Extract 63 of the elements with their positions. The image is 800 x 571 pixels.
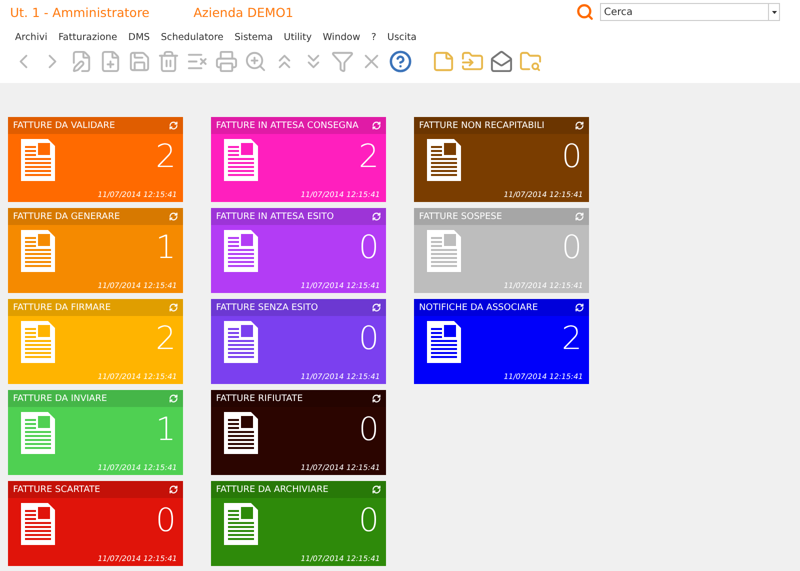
search-field[interactable]: Cerca [600, 3, 780, 21]
menu-item[interactable]: Archivi [15, 32, 48, 42]
tile-count: 0 [358, 413, 379, 445]
menu-item[interactable]: Schedulatore [160, 32, 224, 42]
tile-count: 2 [156, 322, 176, 354]
document-icon [426, 229, 462, 273]
document-icon [223, 320, 259, 364]
tile-title: FATTURE SCARTATE [13, 484, 102, 494]
document-icon [20, 411, 56, 455]
tile-title: FATTURE DA INVIARE [13, 394, 108, 404]
menu-item[interactable]: Sistema [234, 32, 273, 42]
document-icon [223, 411, 259, 455]
tile-count: 0 [358, 504, 379, 536]
search-icon[interactable] [576, 3, 594, 21]
tile-count: 1 [156, 231, 176, 263]
refresh-icon[interactable] [372, 303, 381, 312]
menu-item[interactable]: DMS [128, 32, 150, 42]
tile-count: 1 [156, 413, 176, 445]
tile-count: 2 [358, 140, 379, 172]
company-title: Azienda DEMO1 [194, 4, 294, 20]
tile-title: FATTURE NON RECAPITABILI [419, 120, 546, 130]
menu-item[interactable]: ? [371, 32, 376, 42]
document-icon [20, 502, 56, 546]
menu-item[interactable]: Window [322, 32, 360, 42]
document-icon [20, 320, 56, 364]
tile-count: 0 [358, 231, 379, 263]
document-icon [426, 138, 462, 182]
tile-title: FATTURE RIFIUTATE [216, 394, 304, 404]
tile-title: FATTURE DA VALIDARE [13, 120, 116, 130]
tile-count: 2 [562, 322, 582, 354]
tile-title: FATTURE IN ATTESA CONSEGNA [216, 120, 360, 130]
document-icon [426, 320, 462, 364]
folder-icon[interactable] [461, 50, 484, 73]
tile-count: 0 [562, 140, 582, 172]
tile-count: 0 [562, 231, 582, 263]
document-icon [223, 229, 259, 273]
document-icon [223, 502, 259, 546]
menu-item[interactable]: Fatturazione [58, 32, 118, 42]
document-icon [223, 138, 259, 182]
tile-count: 2 [156, 140, 176, 172]
folder-search-icon[interactable] [519, 50, 542, 73]
refresh-icon[interactable] [575, 303, 584, 312]
tile-title: FATTURE SOSPESE [419, 212, 504, 222]
document-icon [20, 229, 56, 273]
tile-title: FATTURE SENZA ESITO [216, 302, 319, 312]
tile-title: FATTURE DA FIRMARE [13, 302, 112, 312]
tile-title: FATTURE IN ATTESA ESITO [216, 212, 335, 222]
tile-count: 0 [358, 322, 379, 354]
dropdown-caret-icon[interactable] [772, 10, 776, 14]
open-envelope-icon[interactable] [490, 50, 513, 73]
tile-title: FATTURE DA GENERARE [13, 212, 121, 222]
tile-count: 0 [156, 504, 176, 536]
sticky-note-icon[interactable] [432, 50, 455, 73]
user-title: Ut. 1 - Amministratore [10, 4, 150, 20]
tile-title: NOTIFICHE DA ASSOCIARE [419, 302, 539, 312]
refresh-icon[interactable] [169, 485, 178, 494]
refresh-icon[interactable] [372, 394, 381, 403]
menu-item[interactable]: Utility [284, 32, 312, 42]
menu-item[interactable]: Uscita [387, 32, 417, 42]
document-icon [20, 138, 56, 182]
help-icon[interactable] [389, 50, 412, 73]
tile-title: FATTURE DA ARCHIVIARE [216, 484, 330, 494]
refresh-icon[interactable] [575, 121, 584, 130]
